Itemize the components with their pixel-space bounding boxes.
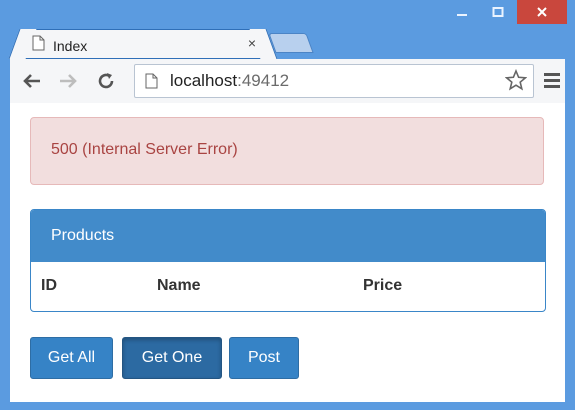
panel-heading: Products <box>31 210 545 262</box>
error-alert: 500 (Internal Server Error) <box>30 117 544 185</box>
new-tab-button[interactable] <box>268 33 314 53</box>
browser-window: Index × localhost:49412 500 (Internal Se… <box>0 0 575 410</box>
url-host: localhost <box>170 71 238 90</box>
column-header-price: Price <box>363 277 403 294</box>
menu-icon[interactable] <box>543 71 561 94</box>
tab-close-icon[interactable]: × <box>248 35 256 51</box>
column-header-id: ID <box>41 277 57 294</box>
get-all-button[interactable]: Get All <box>30 337 113 379</box>
column-header-name: Name <box>157 277 201 294</box>
close-icon[interactable] <box>517 0 567 24</box>
window-controls <box>445 0 567 28</box>
minimize-icon[interactable] <box>445 0 479 24</box>
page-content: 500 (Internal Server Error) Products ID … <box>10 103 565 402</box>
post-button[interactable]: Post <box>229 337 299 379</box>
browser-tab[interactable]: Index × <box>22 29 264 59</box>
tab-title: Index <box>53 37 88 54</box>
back-arrow-icon[interactable] <box>20 69 44 93</box>
products-panel: Products ID Name Price <box>30 209 546 312</box>
maximize-icon[interactable] <box>481 0 515 24</box>
forward-arrow-icon[interactable] <box>56 69 80 93</box>
page-icon <box>145 73 158 94</box>
browser-toolbar: localhost:49412 <box>10 59 565 103</box>
star-icon[interactable] <box>504 68 528 96</box>
page-icon <box>32 35 45 56</box>
products-table-header: ID Name Price <box>31 262 545 311</box>
url-port: :49412 <box>237 71 290 90</box>
get-one-button[interactable]: Get One <box>122 337 222 379</box>
reload-icon[interactable] <box>94 69 118 93</box>
alert-message: 500 (Internal Server Error) <box>51 141 238 158</box>
url-text: localhost:49412 <box>170 71 289 91</box>
address-bar[interactable]: localhost:49412 <box>134 64 534 98</box>
